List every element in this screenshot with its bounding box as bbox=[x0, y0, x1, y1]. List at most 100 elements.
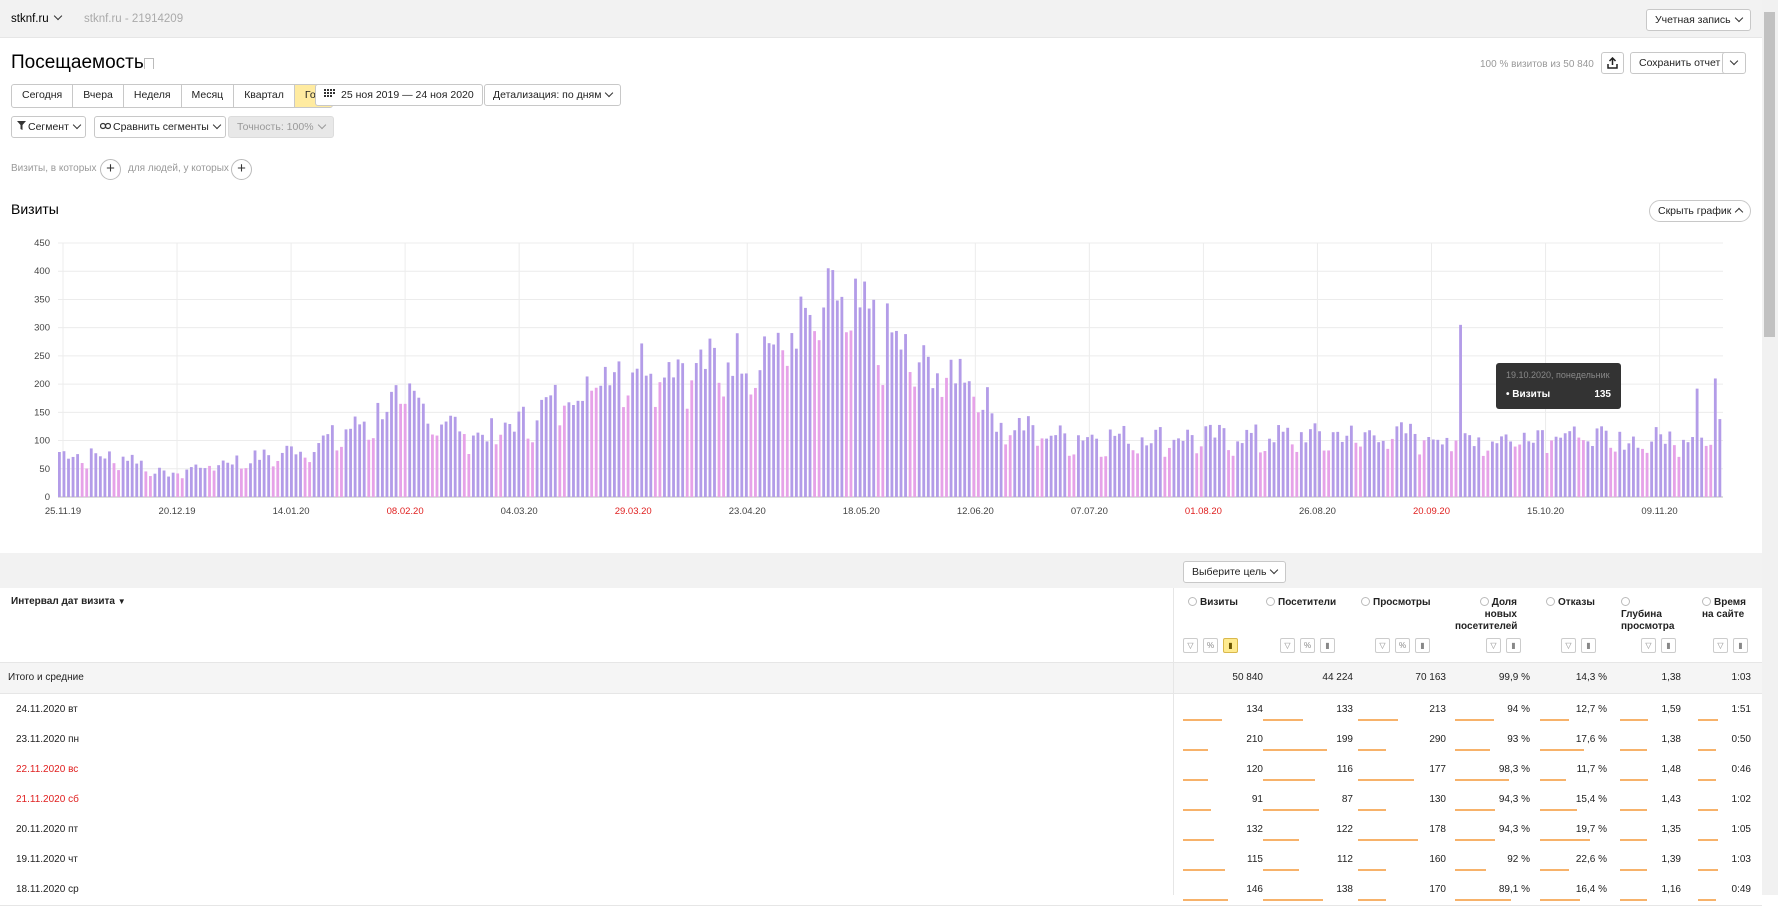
chart-bar bbox=[1231, 455, 1235, 497]
cell-bar bbox=[1620, 869, 1647, 871]
chart-bar bbox=[58, 452, 61, 497]
col-time[interactable]: Время на сайте bbox=[1702, 596, 1748, 621]
period-month[interactable]: Месяц bbox=[182, 85, 235, 107]
filter-icon[interactable]: ▽ bbox=[1375, 638, 1390, 653]
chart-bar bbox=[1577, 437, 1581, 497]
chart-bar bbox=[517, 411, 521, 497]
x-tick-label: 20.12.19 bbox=[159, 506, 196, 517]
date-range-button[interactable]: 25 ноя 2019 — 24 ноя 2020 bbox=[315, 84, 483, 106]
chevron-down-icon bbox=[317, 120, 326, 130]
chart-bar bbox=[362, 421, 366, 497]
filter-icon[interactable]: ▽ bbox=[1713, 638, 1728, 653]
table-row[interactable]: 21.11.2020 сб 91 87 130 94,3 % 15,4 % 1,43 1:02 bbox=[0, 785, 1762, 816]
chart-bar bbox=[1304, 442, 1308, 497]
chart-bar bbox=[1404, 433, 1408, 497]
cell-value: 160 bbox=[1429, 854, 1446, 865]
chart-bar bbox=[1691, 437, 1694, 497]
col-visitors-label: Посетители bbox=[1278, 597, 1337, 608]
cell-value: 12,7 % bbox=[1575, 704, 1607, 715]
chart-bars-icon[interactable]: ▮ bbox=[1733, 638, 1748, 653]
chart-bar bbox=[1249, 432, 1253, 497]
cell-value: 14,3 % bbox=[1575, 672, 1607, 683]
chart-bar bbox=[1713, 378, 1717, 497]
goal-select-button[interactable]: Выберите цель bbox=[1183, 561, 1287, 583]
filter-people-hint: для людей, у которых bbox=[128, 163, 229, 174]
chart-bar bbox=[276, 460, 280, 497]
cell-value: 115 bbox=[1247, 854, 1263, 865]
total-row[interactable]: Итого и средние 50 840 44 224 70 163 99,9 % 1… bbox=[0, 663, 1762, 694]
export-button[interactable] bbox=[1601, 52, 1624, 74]
percent-icon[interactable]: % bbox=[1300, 638, 1315, 653]
col-depth[interactable]: Глубина просмотра bbox=[1621, 596, 1674, 633]
chart-bars-icon[interactable]: ▮ bbox=[1223, 638, 1238, 653]
cell-bar bbox=[1455, 779, 1509, 781]
col-pageviews[interactable]: Просмотры bbox=[1361, 596, 1431, 609]
chart-bar bbox=[826, 268, 830, 497]
segment-button[interactable]: Сегмент bbox=[11, 116, 86, 138]
cell-bar bbox=[1263, 719, 1303, 721]
chart-bar bbox=[1158, 427, 1162, 497]
table-row[interactable]: 20.11.2020 пт 132 122 178 94,3 % 19,7 % 1,35 1:… bbox=[0, 815, 1762, 846]
percent-icon[interactable]: % bbox=[1203, 638, 1218, 653]
tooltip-date: 19.10.2020, понедельник bbox=[1506, 370, 1610, 380]
table-row[interactable]: 18.11.2020 ср 146 138 170 89,1 % 16,4 % 1,16 0:… bbox=[0, 875, 1762, 906]
filter-visits-hint: Визиты, в которых bbox=[11, 163, 97, 174]
accuracy-button[interactable]: Точность: 100% bbox=[228, 116, 334, 138]
col-visitors[interactable]: Посетители bbox=[1266, 596, 1336, 609]
chart-bar bbox=[1541, 430, 1544, 497]
cell-bar bbox=[1263, 869, 1299, 871]
chart-bar bbox=[1490, 441, 1494, 497]
chart-bar bbox=[1682, 439, 1685, 497]
col-bounces[interactable]: Отказы bbox=[1546, 596, 1595, 609]
filter-icon[interactable]: ▽ bbox=[1280, 638, 1295, 653]
chart-bar bbox=[1345, 435, 1349, 497]
hide-chart-button[interactable]: Скрыть график bbox=[1649, 200, 1752, 222]
table-row[interactable]: 24.11.2020 вт 134 133 213 94 % 12,7 % 1,59 1:51 bbox=[0, 695, 1762, 726]
period-yesterday[interactable]: Вчера bbox=[73, 85, 124, 107]
chart-bar bbox=[990, 413, 994, 497]
chart-bar bbox=[813, 331, 816, 497]
chart-bar bbox=[908, 372, 912, 497]
cell-bar bbox=[1698, 899, 1716, 901]
add-people-filter-button[interactable]: + bbox=[231, 159, 252, 180]
percent-icon[interactable]: % bbox=[1395, 638, 1410, 653]
chart-bar bbox=[904, 334, 907, 497]
chart-bar bbox=[358, 424, 362, 497]
table-row[interactable]: 22.11.2020 вс 120 116 177 98,3 % 11,7 % 1,48 0:… bbox=[0, 755, 1762, 786]
filter-icon[interactable]: ▽ bbox=[1183, 638, 1198, 653]
detail-button[interactable]: Детализация: по дням bbox=[484, 84, 622, 106]
scrollbar-thumb[interactable] bbox=[1764, 12, 1775, 337]
bookmark-icon[interactable] bbox=[144, 58, 154, 69]
chart-bars-icon[interactable]: ▮ bbox=[1581, 638, 1596, 653]
chart-bar bbox=[185, 469, 189, 497]
compare-segments-button[interactable]: Сравнить сегменты bbox=[94, 116, 226, 138]
account-button[interactable]: Учетная запись bbox=[1646, 9, 1751, 31]
period-quarter[interactable]: Квартал bbox=[234, 85, 295, 107]
chart-bar bbox=[353, 416, 357, 497]
cell-value: 1:03 bbox=[1731, 672, 1751, 683]
chart-bar bbox=[740, 373, 744, 497]
chart-bars-icon[interactable]: ▮ bbox=[1320, 638, 1335, 653]
save-report-button[interactable]: Сохранить отчет bbox=[1630, 52, 1730, 74]
filter-icon[interactable]: ▽ bbox=[1561, 638, 1576, 653]
dimension-header[interactable]: Интервал дат визита ▼ bbox=[11, 596, 126, 608]
col-new-share[interactable]: Доля новых посетителей bbox=[1455, 596, 1517, 633]
chart-bars-icon[interactable]: ▮ bbox=[1506, 638, 1521, 653]
chart-bars-icon[interactable]: ▮ bbox=[1415, 638, 1430, 653]
table-row[interactable]: 23.11.2020 пн 210 199 290 93 % 17,6 % 1,38 0:50 bbox=[0, 725, 1762, 756]
save-menu-button[interactable] bbox=[1722, 52, 1746, 74]
chart-bar bbox=[735, 333, 739, 497]
chart-bar bbox=[1509, 441, 1513, 497]
col-visits[interactable]: Визиты bbox=[1188, 596, 1238, 609]
period-week[interactable]: Неделя bbox=[124, 85, 182, 107]
chart-bar bbox=[1099, 456, 1103, 497]
add-visit-filter-button[interactable]: + bbox=[100, 159, 121, 180]
site-selector[interactable]: stknf.ru bbox=[11, 11, 62, 25]
chart-bar bbox=[153, 473, 157, 497]
chart-bar bbox=[1195, 453, 1199, 497]
filter-icon[interactable]: ▽ bbox=[1641, 638, 1656, 653]
table-row[interactable]: 19.11.2020 чт 115 112 160 92 % 22,6 % 1,39 1:03 bbox=[0, 845, 1762, 876]
chart-bars-icon[interactable]: ▮ bbox=[1661, 638, 1676, 653]
period-today[interactable]: Сегодня bbox=[12, 85, 74, 107]
filter-icon[interactable]: ▽ bbox=[1486, 638, 1501, 653]
